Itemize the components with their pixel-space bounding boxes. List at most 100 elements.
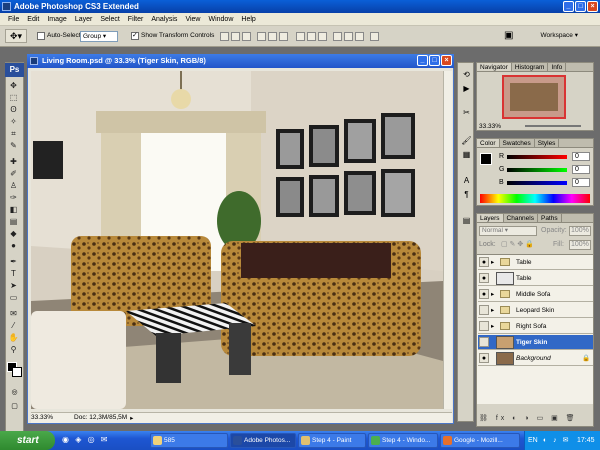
red-value[interactable]: 0	[572, 152, 590, 161]
status-menu-arrow-icon[interactable]: ▸	[130, 414, 133, 422]
lock-icons[interactable]: ▢ ✎ ✥ 🔒	[501, 240, 534, 248]
brush-tool-icon[interactable]: ✐	[7, 168, 20, 179]
auto-align-icon[interactable]	[370, 32, 379, 41]
distribute-top-icon[interactable]	[296, 32, 305, 41]
navigator-zoom[interactable]: 33.33%	[479, 123, 501, 130]
layer-row-leopard-skin[interactable]: ● ▸ Leopard Skin	[478, 303, 593, 318]
distribute-right-icon[interactable]	[355, 32, 364, 41]
distribute-left-icon[interactable]	[333, 32, 342, 41]
expand-arrow-icon[interactable]: ▸	[491, 319, 494, 334]
layer-row-background[interactable]: ● Background 🔒	[478, 351, 593, 366]
minimize-button[interactable]: _	[563, 1, 574, 12]
align-right-icon[interactable]	[279, 32, 288, 41]
menu-file[interactable]: File	[4, 16, 23, 23]
taskbar-item-585[interactable]: 585	[150, 433, 228, 448]
align-top-icon[interactable]	[220, 32, 229, 41]
menu-window[interactable]: Window	[204, 16, 237, 23]
green-slider[interactable]	[507, 168, 567, 172]
maximize-button[interactable]: □	[575, 1, 586, 12]
actions-panel-icon[interactable]: ▶	[461, 83, 472, 94]
close-button[interactable]: ×	[587, 1, 598, 12]
visibility-eye-icon[interactable]: ●	[479, 353, 489, 363]
layer-row-table-group[interactable]: ● ▸ Table	[478, 255, 593, 270]
doc-maximize-button[interactable]: □	[429, 55, 440, 66]
vertical-scrollbar[interactable]	[443, 71, 452, 409]
menu-select[interactable]: Select	[96, 16, 123, 23]
document-canvas[interactable]	[31, 71, 443, 409]
auto-select-checkbox[interactable]	[37, 32, 45, 40]
layers-footer-buttons[interactable]: ⛓ fx ◐ ◑ ▭ ▣ 🗑	[479, 414, 591, 424]
navigator-preview[interactable]	[502, 75, 566, 119]
eyedropper-tool-icon[interactable]: ⁄	[7, 320, 20, 331]
tab-styles[interactable]: Styles	[535, 139, 560, 147]
doc-size-readout[interactable]: Doc: 12,3M/85,5M	[74, 414, 127, 421]
distribute-hcenter-icon[interactable]	[344, 32, 353, 41]
distribute-bottom-icon[interactable]	[318, 32, 327, 41]
notes-tool-icon[interactable]: ✉	[7, 308, 20, 319]
layer-row-middle-sofa[interactable]: ● ▸ Middle Sofa	[478, 287, 593, 302]
opacity-value[interactable]: 100%	[569, 226, 591, 236]
crop-tool-icon[interactable]: ⌗	[7, 128, 20, 139]
background-color-swatch[interactable]	[12, 367, 22, 377]
move-tool-preset[interactable]: ✥▾	[5, 29, 27, 43]
app-title-bar[interactable]: Adobe Photoshop CS3 Extended _ □ ×	[0, 0, 600, 13]
menu-layer[interactable]: Layer	[71, 16, 97, 23]
dodge-tool-icon[interactable]: ●	[7, 240, 20, 251]
visibility-eye-icon[interactable]: ●	[479, 257, 489, 267]
clone-stamp-icon[interactable]: ♙	[7, 180, 20, 191]
lasso-tool-icon[interactable]: ʘ	[7, 104, 20, 115]
blue-slider[interactable]	[507, 181, 567, 185]
visibility-eye-icon[interactable]: ●	[479, 273, 489, 283]
menu-help[interactable]: Help	[237, 16, 259, 23]
slice-tool-icon[interactable]: ✎	[7, 140, 20, 151]
blend-mode-dropdown[interactable]: Normal ▾	[479, 226, 537, 236]
tab-navigator[interactable]: Navigator	[477, 63, 512, 71]
tab-paths[interactable]: Paths	[538, 214, 562, 222]
path-selection-icon[interactable]: ➤	[7, 280, 20, 291]
language-indicator[interactable]: EN	[528, 431, 538, 450]
visibility-eye-icon[interactable]: ●	[479, 337, 489, 347]
tab-layers[interactable]: Layers	[477, 214, 504, 222]
auto-select-dropdown[interactable]: Group ▾	[80, 31, 118, 42]
transform-controls-checkbox[interactable]: ✓	[131, 32, 139, 40]
color-fg-swatch[interactable]	[480, 153, 492, 165]
menu-analysis[interactable]: Analysis	[147, 16, 181, 23]
brushes-panel-icon[interactable]: 🖌	[461, 135, 472, 146]
layer-comps-icon[interactable]: ▤	[461, 215, 472, 226]
green-value[interactable]: 0	[572, 165, 590, 174]
red-slider[interactable]	[507, 155, 567, 159]
zoom-tool-icon[interactable]: ⚲	[7, 344, 20, 355]
align-vcenter-icon[interactable]	[231, 32, 240, 41]
screen-mode-icon[interactable]: ▢	[5, 402, 24, 412]
quick-launch-icons[interactable]: ◉ ◈ ◎ ✉	[62, 435, 109, 444]
blue-value[interactable]: 0	[572, 178, 590, 187]
navigator-zoom-slider[interactable]	[525, 125, 581, 127]
align-bottom-icon[interactable]	[242, 32, 251, 41]
character-panel-icon[interactable]: A	[461, 175, 472, 186]
type-tool-icon[interactable]: T	[7, 268, 20, 279]
expand-arrow-icon[interactable]: ▸	[491, 287, 494, 302]
clone-source-icon[interactable]: ▦	[461, 149, 472, 160]
tab-info[interactable]: Info	[548, 63, 567, 71]
shape-tool-icon[interactable]: ▭	[7, 292, 20, 303]
align-hcenter-icon[interactable]	[268, 32, 277, 41]
color-ramp[interactable]	[480, 194, 590, 203]
layer-row-table[interactable]: ● Table	[478, 271, 593, 286]
visibility-eye-icon[interactable]: ●	[479, 321, 489, 331]
tools-preset-icon[interactable]: ✂	[461, 107, 472, 118]
doc-close-button[interactable]: ×	[441, 55, 452, 66]
history-panel-icon[interactable]: ⟲	[461, 69, 472, 80]
workspace-button[interactable]: Workspace ▾	[541, 30, 578, 42]
taskbar-item-paint[interactable]: Step 4 - Paint	[298, 433, 366, 448]
gradient-tool-icon[interactable]: ▤	[7, 216, 20, 227]
visibility-eye-icon[interactable]: ●	[479, 289, 489, 299]
document-title-bar[interactable]: Living Room.psd @ 33.3% (Tiger Skin, RGB…	[27, 54, 454, 68]
zoom-readout[interactable]: 33.33%	[31, 414, 53, 421]
menu-edit[interactable]: Edit	[23, 16, 43, 23]
magic-wand-tool-icon[interactable]: ✧	[7, 116, 20, 127]
taskbar-item-photoshop[interactable]: Adobe Photos...	[230, 433, 296, 448]
start-button[interactable]: start	[0, 431, 55, 450]
paragraph-panel-icon[interactable]: ¶	[461, 189, 472, 200]
tab-channels[interactable]: Channels	[504, 214, 538, 222]
layer-row-tiger-skin[interactable]: ● Tiger Skin	[478, 335, 593, 350]
